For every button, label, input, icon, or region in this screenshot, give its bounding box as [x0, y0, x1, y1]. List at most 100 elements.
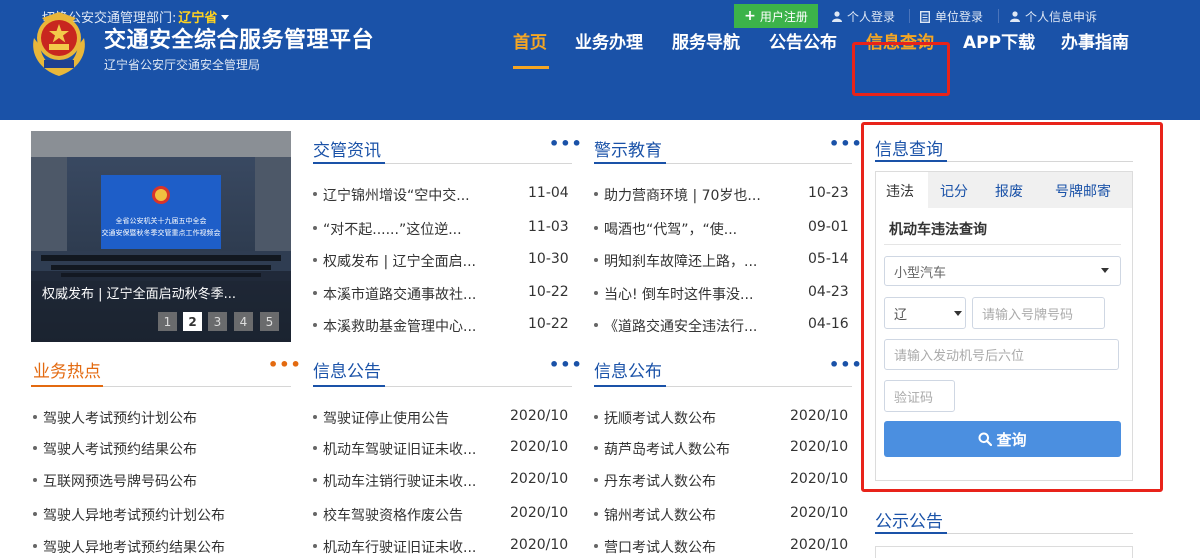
- list-item[interactable]: 抚顺考试人数公布: [594, 408, 716, 428]
- slide-caption[interactable]: 权威发布 | 辽宁全面启动秋冬季...: [42, 283, 236, 302]
- personal-login-link[interactable]: 个人登录: [832, 8, 895, 25]
- list-item[interactable]: 机动车驾驶证旧证未收...: [313, 439, 476, 459]
- caret-down-icon[interactable]: [221, 15, 230, 20]
- notice-section-title[interactable]: 公示公告: [875, 507, 943, 532]
- list-item-date: 2020/10: [790, 471, 849, 487]
- user-icon: [832, 11, 842, 22]
- section-accent-bar: [594, 162, 666, 164]
- list-item[interactable]: 《道路交通安全违法行...: [594, 316, 757, 336]
- more-icon[interactable]: •••: [549, 134, 583, 153]
- more-icon[interactable]: •••: [829, 355, 863, 374]
- notice-panel: [875, 546, 1133, 558]
- list-item[interactable]: 驾驶人考试预约计划公布: [33, 408, 197, 428]
- info-section-title[interactable]: 信息公告: [313, 357, 381, 382]
- list-item-date: 10-30: [528, 251, 569, 267]
- list-item[interactable]: “对不起......”这位逆...: [313, 219, 462, 239]
- nav-guide[interactable]: 办事指南: [1061, 28, 1129, 53]
- nav-info-query-highlight: [852, 42, 950, 96]
- slide-page-1[interactable]: 1: [158, 312, 177, 331]
- user-icon: [1010, 11, 1020, 22]
- section-accent-bar: [313, 385, 385, 387]
- section-accent-bar: [594, 385, 666, 387]
- list-item-date: 2020/10: [510, 537, 569, 553]
- news-section-title[interactable]: 交管资讯: [313, 136, 381, 161]
- police-emblem-icon: [33, 12, 85, 76]
- list-item[interactable]: 校车驾驶资格作废公告: [313, 505, 463, 525]
- more-icon[interactable]: •••: [829, 134, 863, 153]
- nav-active-indicator: [513, 66, 549, 69]
- personal-info-link[interactable]: 个人信息申诉: [1010, 8, 1097, 25]
- list-item[interactable]: 权威发布 | 辽宁全面启...: [313, 251, 476, 271]
- list-item-date: 10-22: [528, 284, 569, 300]
- query-panel-highlight: [861, 122, 1163, 492]
- list-item-date: 10-22: [528, 316, 569, 332]
- site-subtitle: 辽宁省公安厅交通安全管理局: [104, 58, 261, 72]
- slide-page-2[interactable]: 2: [183, 312, 202, 331]
- list-item[interactable]: 驾驶人异地考试预约结果公布: [33, 537, 225, 557]
- list-item-date: 05-14: [808, 251, 849, 267]
- list-item-date: 09-01: [808, 219, 849, 235]
- nav-business[interactable]: 业务办理: [575, 28, 643, 53]
- list-item[interactable]: 驾驶人考试预约结果公布: [33, 439, 197, 459]
- section-accent-bar: [31, 385, 103, 387]
- topbar-divider: [909, 9, 910, 23]
- topbar-divider: [998, 9, 999, 23]
- unit-login-label: 单位登录: [935, 10, 984, 24]
- list-item[interactable]: 机动车行驶证旧证未收...: [313, 537, 476, 557]
- register-button[interactable]: + 用户注册: [734, 4, 818, 28]
- list-item-date: 10-23: [808, 185, 849, 201]
- warning-section-title[interactable]: 警示教育: [594, 136, 662, 161]
- list-item[interactable]: 驾驶人异地考试预约计划公布: [33, 505, 225, 525]
- list-item[interactable]: 互联网预选号牌号码公布: [33, 471, 197, 491]
- plus-icon: +: [744, 8, 756, 24]
- list-item[interactable]: 葫芦岛考试人数公布: [594, 439, 730, 459]
- nav-announcements[interactable]: 公告公布: [769, 28, 837, 53]
- list-item-date: 2020/10: [510, 439, 569, 455]
- register-label: 用户注册: [759, 9, 808, 24]
- section-accent-bar: [875, 532, 947, 534]
- more-icon[interactable]: •••: [549, 355, 583, 374]
- nav-service-guide[interactable]: 服务导航: [672, 28, 740, 53]
- list-item-date: 04-16: [808, 316, 849, 332]
- list-item-date: 11-03: [528, 219, 569, 235]
- slide-page-4[interactable]: 4: [234, 312, 253, 331]
- list-item-date: 2020/10: [790, 505, 849, 521]
- list-item[interactable]: 本溪市道路交通事故社...: [313, 284, 476, 304]
- list-item-date: 2020/10: [510, 505, 569, 521]
- slide-page-3[interactable]: 3: [208, 312, 227, 331]
- list-item-date: 2020/10: [790, 408, 849, 424]
- list-item[interactable]: 当心! 倒车时这件事没...: [594, 284, 753, 304]
- list-item-date: 2020/10: [790, 439, 849, 455]
- news-slideshow[interactable]: 全省公安机关十九届五中全会 交通安保暨秋冬季交管重点工作视频会: [31, 131, 291, 342]
- list-item[interactable]: 喝酒也“代驾”，“使...: [594, 219, 737, 239]
- nav-app-download[interactable]: APP下载: [963, 28, 1035, 53]
- list-item[interactable]: 驾驶证停止使用公告: [313, 408, 449, 428]
- list-item-date: 2020/10: [510, 408, 569, 424]
- nav-home[interactable]: 首页: [513, 28, 547, 53]
- slide-photo: 全省公安机关十九届五中全会 交通安保暨秋冬季交管重点工作视频会: [31, 131, 291, 342]
- list-item[interactable]: 营口考试人数公布: [594, 537, 716, 557]
- list-item-date: 2020/10: [790, 537, 849, 553]
- list-item[interactable]: 助力营商环境 | 70岁也...: [594, 185, 761, 205]
- site-title[interactable]: 交通安全综合服务管理平台: [104, 22, 374, 54]
- document-icon: [920, 10, 930, 23]
- personal-login-label: 个人登录: [847, 10, 896, 24]
- list-item[interactable]: 明知刹车故障还上路，...: [594, 251, 757, 271]
- list-item[interactable]: 丹东考试人数公布: [594, 471, 716, 491]
- personal-info-label: 个人信息申诉: [1025, 10, 1098, 24]
- slide-page-5[interactable]: 5: [260, 312, 279, 331]
- list-item-date: 11-04: [528, 185, 569, 201]
- list-item-date: 04-23: [808, 284, 849, 300]
- list-item[interactable]: 锦州考试人数公布: [594, 505, 716, 525]
- section-accent-bar: [313, 162, 385, 164]
- list-item[interactable]: 辽宁锦州增设“空中交...: [313, 185, 470, 205]
- slide-banner-line2: 交通安保暨秋冬季交管重点工作视频会: [102, 228, 221, 237]
- slide-banner-line1: 全省公安机关十九届五中全会: [116, 216, 207, 225]
- list-item-date: 2020/10: [510, 471, 569, 487]
- hot-section-title[interactable]: 业务热点: [33, 357, 101, 382]
- publish-section-title[interactable]: 信息公布: [594, 357, 662, 382]
- unit-login-link[interactable]: 单位登录: [920, 8, 983, 25]
- list-item[interactable]: 本溪救助基金管理中心...: [313, 316, 476, 336]
- list-item[interactable]: 机动车注销行驶证未收...: [313, 471, 476, 491]
- more-icon[interactable]: •••: [268, 355, 302, 374]
